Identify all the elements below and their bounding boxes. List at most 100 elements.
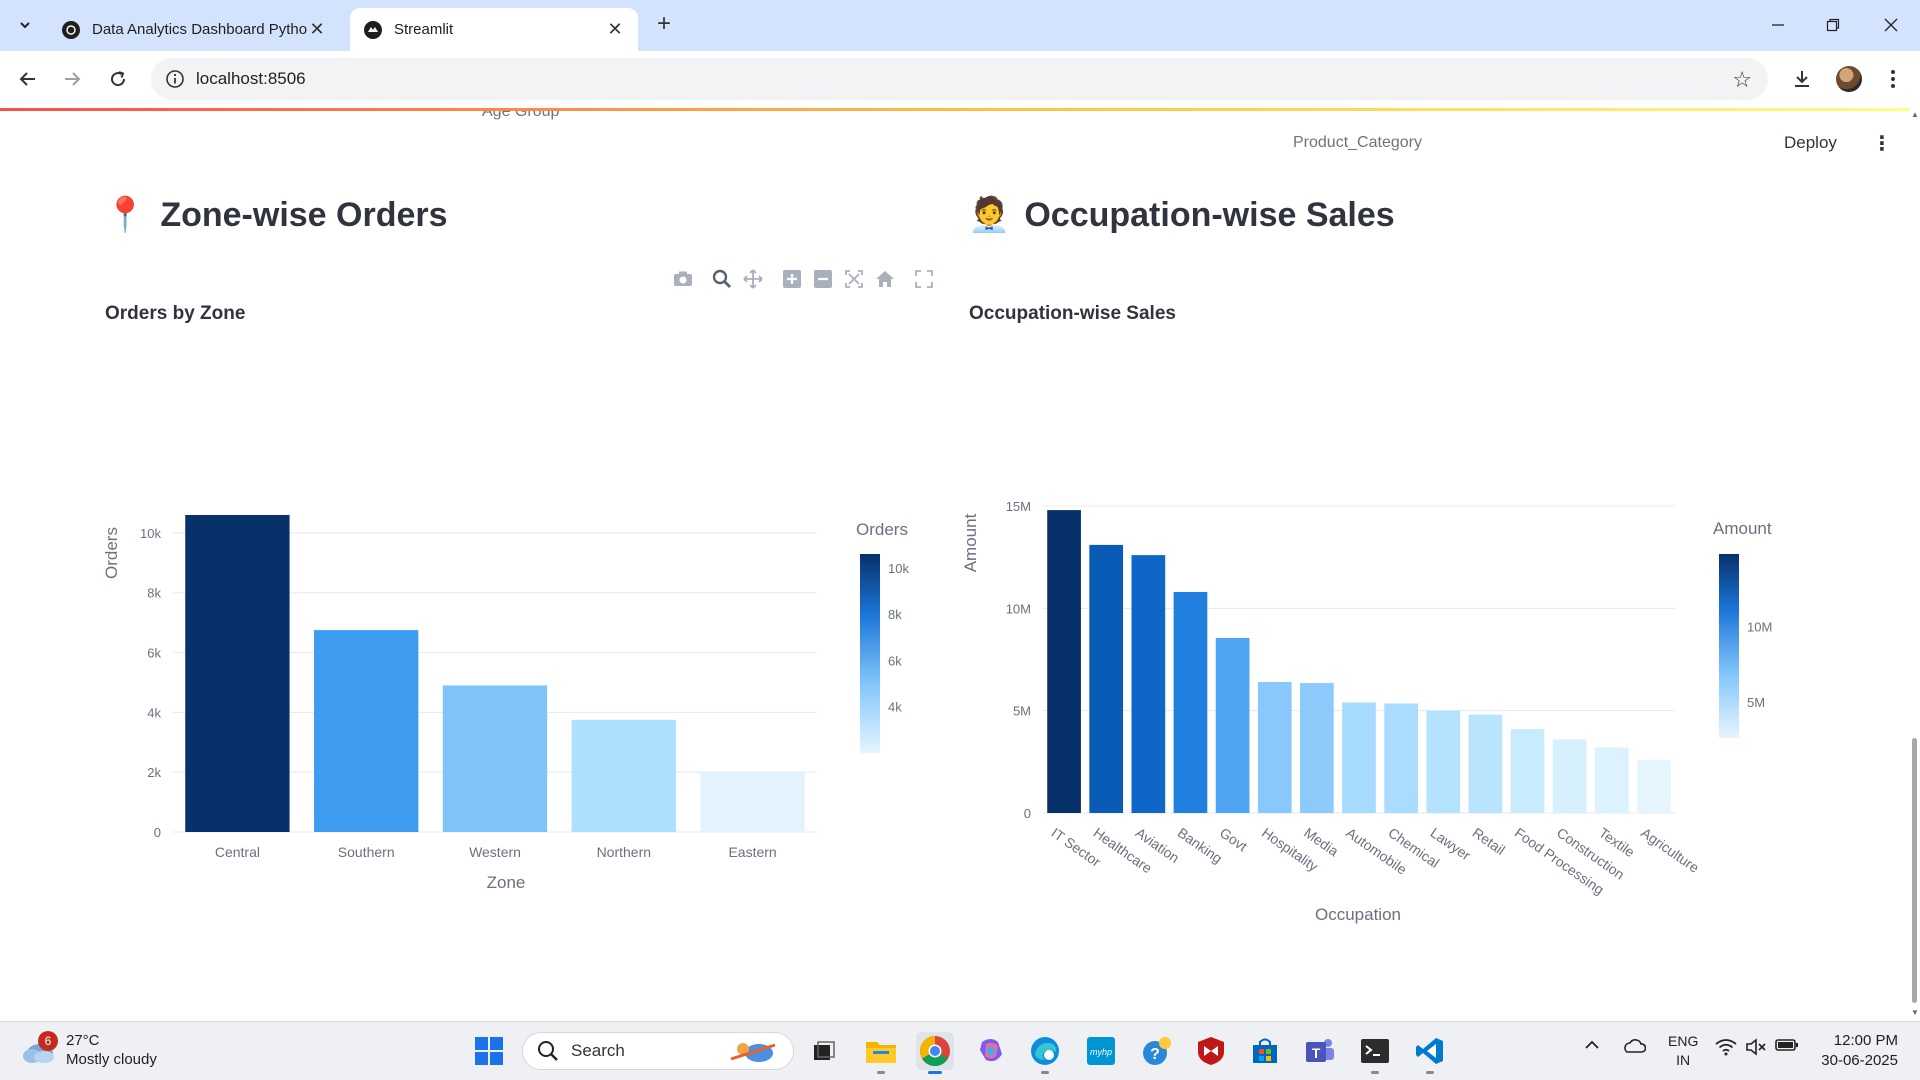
wifi-icon[interactable]	[1715, 1038, 1737, 1060]
occupation-chart-title: Occupation-wise Sales	[969, 303, 1176, 324]
streamlit-favicon-icon	[364, 20, 382, 39]
taskbar-search-box[interactable]: Search	[522, 1032, 794, 1070]
weather-description: Mostly cloudy	[66, 1051, 157, 1068]
chrome-taskbar-button[interactable]	[916, 1032, 954, 1074]
address-bar[interactable]: localhost:8506 ☆	[151, 58, 1768, 100]
autoscale-icon[interactable]	[843, 268, 865, 290]
back-button[interactable]	[13, 64, 43, 94]
occupation-bar	[1426, 710, 1461, 813]
clock-time: 12:00 PM	[1833, 1032, 1898, 1049]
occupation-bar	[1510, 729, 1545, 813]
product-category-axis-label: Product_Category	[1293, 134, 1422, 151]
occupation-colorbar-tick-label: 5M	[1747, 695, 1765, 710]
minimize-button[interactable]	[1763, 12, 1793, 38]
scrollbar-thumb[interactable]	[1912, 738, 1917, 1003]
arrow-left-icon	[19, 72, 35, 86]
zone-colorbar	[860, 554, 880, 753]
minimize-icon	[1772, 24, 1784, 26]
get-help-button[interactable]: ?	[1138, 1032, 1176, 1070]
clock-date: 30-06-2025	[1821, 1052, 1898, 1069]
occupation-bar-chart[interactable]: Occupation Amount Amount 05M10M15MIT Sec…	[955, 351, 1825, 941]
occupation-y-tick-label: 15M	[1006, 499, 1031, 514]
browser-menu-button[interactable]	[1878, 64, 1908, 94]
tab-streamlit[interactable]: Streamlit ✕	[350, 8, 638, 51]
zone-y-tick-label: 8k	[147, 586, 161, 601]
terminal-button[interactable]	[1356, 1032, 1394, 1074]
reset-axes-home-icon[interactable]	[874, 268, 896, 290]
occupation-bar	[1552, 739, 1587, 813]
vscode-icon	[1416, 1038, 1443, 1064]
close-tab-icon[interactable]: ✕	[308, 19, 326, 39]
edge-button[interactable]	[1026, 1032, 1064, 1074]
tab-search-button[interactable]	[12, 12, 38, 38]
teams-icon: T	[1306, 1039, 1334, 1062]
fullscreen-icon[interactable]	[913, 268, 935, 290]
chrome-icon	[919, 1036, 950, 1067]
zone-section-heading: 📍 Zone-wise Orders	[104, 195, 448, 235]
vscode-button[interactable]	[1411, 1032, 1449, 1074]
deploy-button[interactable]: Deploy	[1784, 133, 1837, 153]
zoom-out-icon[interactable]	[812, 268, 834, 290]
zone-x-tick-label: Southern	[338, 844, 395, 860]
store-icon	[1253, 1038, 1277, 1063]
restore-icon	[1826, 18, 1840, 32]
help-icon: ?	[1143, 1037, 1171, 1065]
zone-colorbar-tick-label: 8k	[888, 607, 902, 622]
task-view-button[interactable]	[805, 1032, 843, 1070]
myhp-button[interactable]: myhp	[1082, 1032, 1120, 1070]
openai-favicon-icon	[62, 20, 80, 39]
zone-bar	[571, 719, 676, 832]
zoom-icon[interactable]	[711, 268, 733, 290]
reload-icon	[111, 71, 126, 87]
forward-button[interactable]	[57, 64, 87, 94]
start-button[interactable]	[470, 1032, 508, 1070]
zoom-in-icon[interactable]	[781, 268, 803, 290]
occupation-bar	[1594, 747, 1629, 813]
weather-widget[interactable]: 6 27°C Mostly cloudy	[20, 1031, 157, 1069]
restore-button[interactable]	[1818, 12, 1848, 38]
new-tab-button[interactable]: +	[651, 12, 677, 38]
main-menu-icon[interactable]: ⋮	[1872, 131, 1892, 156]
zone-y-tick-label: 0	[154, 825, 161, 840]
reload-button[interactable]	[103, 64, 133, 94]
occupation-x-tick-label: Agriculture	[1638, 824, 1702, 876]
mcafee-button[interactable]	[1192, 1032, 1230, 1070]
teams-button[interactable]: T	[1301, 1032, 1339, 1070]
site-info-icon[interactable]	[165, 69, 185, 94]
zone-colorbar-tick-label: 4k	[888, 700, 902, 715]
zone-y-tick-label: 4k	[147, 705, 161, 720]
zone-x-tick-label: Western	[469, 844, 521, 860]
svg-text:T: T	[1312, 1045, 1321, 1061]
pan-icon[interactable]	[742, 268, 764, 290]
system-clock[interactable]: 12:00 PM 30-06-2025	[1818, 1031, 1898, 1071]
bookmark-star-icon[interactable]: ☆	[1732, 67, 1752, 93]
occupation-x-axis-title: Occupation	[1315, 905, 1401, 924]
volume-muted-icon[interactable]	[1745, 1038, 1767, 1060]
file-explorer-button[interactable]	[862, 1032, 900, 1074]
show-hidden-icons-chevron-up-icon[interactable]	[1584, 1038, 1600, 1055]
browser-toolbar: localhost:8506 ☆	[0, 51, 1920, 106]
occupation-y-axis-title: Amount	[961, 513, 980, 572]
onedrive-cloud-icon[interactable]	[1622, 1038, 1647, 1058]
occupation-section-title: Occupation-wise Sales	[1024, 195, 1395, 234]
camera-icon[interactable]	[672, 268, 694, 290]
office-worker-icon: 🧑‍💼	[968, 196, 1011, 234]
tab-data-analytics[interactable]: Data Analytics Dashboard Pytho ✕	[48, 8, 340, 51]
zone-bar-chart[interactable]: Zone Orders Orders 0 2k 4k 6k 8k 10k Central So…	[95, 351, 945, 911]
input-language-indicator[interactable]: ENG IN	[1668, 1032, 1698, 1070]
terminal-icon	[1361, 1039, 1389, 1063]
streamlit-main: Age Group Product_Category Deploy ⋮ 📍 Zo…	[0, 111, 1910, 1021]
zone-y-tick-label: 10k	[140, 526, 161, 541]
microsoft-store-button[interactable]	[1246, 1032, 1284, 1070]
page-scrollbar[interactable]: ▲ ▼	[1910, 108, 1920, 1021]
copilot-button[interactable]	[972, 1032, 1010, 1070]
close-tab-icon[interactable]: ✕	[606, 19, 624, 39]
copilot-icon	[980, 1039, 1002, 1062]
battery-icon[interactable]	[1775, 1038, 1799, 1056]
downloads-button[interactable]	[1787, 64, 1817, 94]
url-text[interactable]: localhost:8506	[196, 69, 306, 89]
profile-button[interactable]	[1834, 64, 1864, 94]
occupation-section-heading: 🧑‍💼 Occupation-wise Sales	[968, 195, 1395, 235]
age-group-axis-label: Age Group	[482, 111, 560, 120]
close-window-button[interactable]	[1876, 12, 1906, 38]
